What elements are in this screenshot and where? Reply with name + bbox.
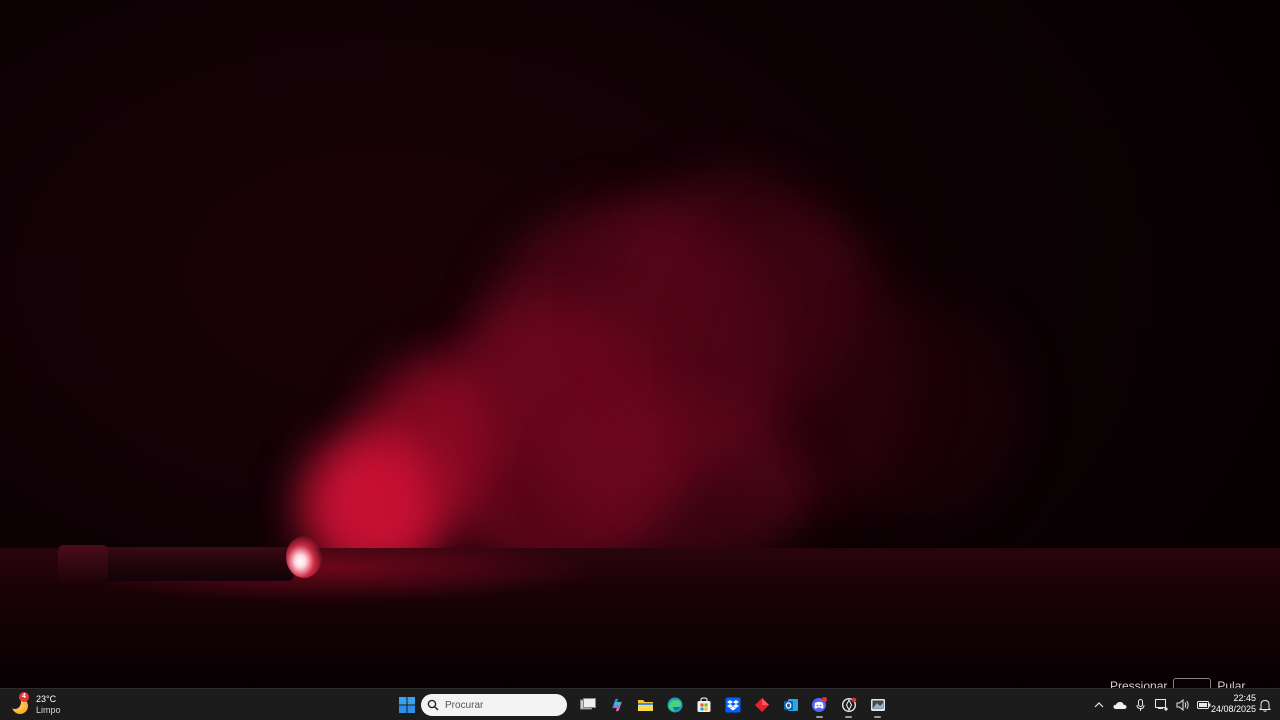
show-hidden-icons-button[interactable] [1088,692,1109,718]
outlook-button[interactable] [776,692,805,718]
file-explorer-button[interactable] [631,692,660,718]
running-indicator [845,716,852,718]
search-box[interactable]: Procurar [421,694,567,716]
microphone-icon [1136,698,1145,711]
diamond-icon [754,698,769,712]
search-icon [427,699,439,711]
clock-time: 22:45 [1233,693,1256,703]
volume-tray-icon[interactable] [1172,692,1193,718]
discord-icon [812,697,827,712]
running-indicator [874,716,881,718]
running-indicator [816,716,823,718]
system-tray [1088,692,1214,718]
edge-icon [667,697,682,713]
clock[interactable]: 22:45 24/08/2025 [1204,693,1256,715]
weather-badge: 4 [19,692,29,702]
notifications-button[interactable] [1258,695,1272,715]
store-icon [697,697,710,712]
windows-icon [398,697,415,713]
taskbar-center: Procurar [392,692,892,718]
store-button[interactable] [689,692,718,718]
edge-button[interactable] [660,692,689,718]
copilot-icon [611,698,622,712]
taskbar: 4 23°C Limpo Procurar 22:45 24/08/2025 [0,688,1280,720]
speaker-icon [1176,699,1189,711]
start-button[interactable] [392,692,421,718]
search-placeholder: Procurar [445,699,484,711]
outlook-icon [783,699,798,711]
dropbox-button[interactable] [718,692,747,718]
notification-bell-icon [1259,699,1271,712]
chatgpt-button[interactable] [834,692,863,718]
red-app-button[interactable] [747,692,776,718]
moon-weather-icon: 4 [9,692,30,715]
network-icon [1155,699,1168,711]
cloud-icon [1113,701,1126,709]
dropbox-icon [725,697,740,713]
copilot-button[interactable] [602,692,631,718]
clock-date: 24/08/2025 [1210,704,1256,714]
chevron-up-icon [1094,702,1103,708]
weather-widget[interactable]: 4 23°C Limpo [9,692,61,718]
flare-spark [286,536,322,578]
task-view-icon [579,698,596,710]
weather-condition: Limpo [36,705,61,715]
network-tray-icon[interactable] [1151,692,1172,718]
weather-temperature: 23°C [36,694,57,704]
onedrive-tray-icon[interactable] [1109,692,1130,718]
photos-app-button[interactable] [863,692,892,718]
discord-button[interactable] [805,692,834,718]
folder-icon [638,700,653,711]
desktop-wallpaper [0,0,1280,688]
image-app-icon [870,699,885,711]
microphone-tray-icon[interactable] [1130,692,1151,718]
task-view-button[interactable] [573,692,602,718]
flare-cap [58,545,108,581]
chatgpt-icon [841,697,856,713]
